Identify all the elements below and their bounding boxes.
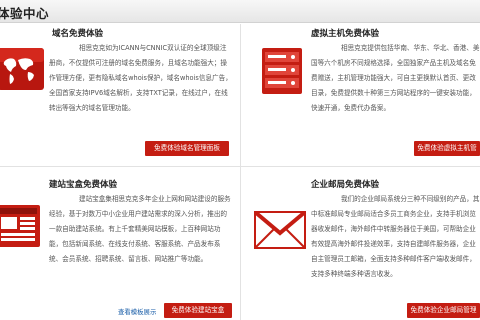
hosting-trial-button[interactable]: 免费体验虚拟主机管 — [414, 141, 480, 156]
hosting-card-title: 虚拟主机免费体验 — [311, 29, 380, 39]
domain-trial-button[interactable]: 免费体验域名管理面板 — [145, 141, 229, 156]
mail-card: 企业邮局免费体验 我们的企业邮局系统分三种不同级别的产品，其中标准邮局专业邮局适… — [241, 167, 480, 320]
server-icon — [262, 48, 302, 94]
hosting-card-description: 相思克克提供包括华南、华东、华北、香港、美国等六个机房不同规格选择，全国独家产品… — [311, 44, 480, 112]
domain-card-title: 域名免费体验 — [52, 29, 104, 39]
sitebuilder-card: 建站宝盒免费体验 建站宝盒集相思克克多年企业上网和网站建设的服务经验，基于对数万… — [0, 167, 240, 320]
hosting-card: 虚拟主机免费体验 相思克克提供包括华南、华东、华北、香港、美国等六个机房不同规格… — [241, 24, 480, 166]
globe-icon — [0, 48, 44, 90]
mail-card-description: 我们的企业邮局系统分三种不同级别的产品，其中标准邮局专业邮局适合多员工商务企业，… — [311, 195, 480, 278]
section-title: 体验中心 — [0, 6, 50, 21]
mail-trial-button[interactable]: 免费体验企业邮局管理 — [407, 303, 480, 318]
domain-card: 域名免费体验 相思克克如为ICANN与CNNIC双认证的全球顶级注册商，不仅提供… — [0, 24, 240, 166]
sitebuilder-card-title: 建站宝盒免费体验 — [49, 180, 118, 190]
domain-card-description: 相思克克如为ICANN与CNNIC双认证的全球顶级注册商，不仅提供可注册的域名免… — [49, 44, 232, 112]
mail-card-title: 企业邮局免费体验 — [311, 180, 380, 190]
sitebuilder-trial-button[interactable]: 免费体验建站宝盒 — [164, 303, 232, 318]
sitebuilder-card-description: 建站宝盒集相思克克多年企业上网和网站建设的服务经验，基于对数万中小企业用户建站需… — [49, 195, 231, 263]
envelope-icon — [253, 210, 307, 249]
template-showcase-link[interactable]: 查看模板展示 — [118, 307, 156, 316]
section-header: 体验中心 — [0, 0, 480, 23]
window-icon — [0, 205, 40, 247]
